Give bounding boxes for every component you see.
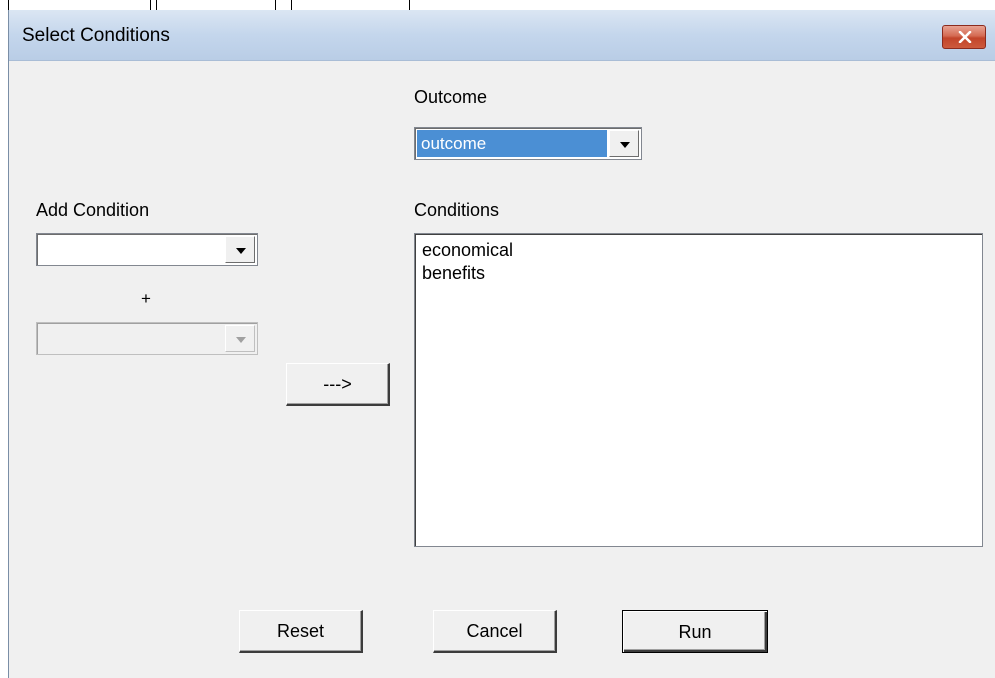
close-icon (958, 31, 972, 43)
conditions-label: Conditions (414, 200, 500, 220)
cancel-button[interactable]: Cancel (433, 610, 557, 653)
select-conditions-dialog: Select Conditions Outcome outcome Add Co… (8, 10, 995, 678)
add-condition-value (39, 236, 223, 263)
list-item[interactable]: economical (415, 239, 982, 262)
outcome-dropdown-arrow[interactable] (609, 130, 639, 157)
outcome-label: Outcome (414, 87, 488, 107)
chevron-down-icon (236, 248, 246, 254)
title-bar: Select Conditions (9, 10, 995, 61)
secondary-condition-dropdown[interactable] (36, 322, 258, 355)
add-condition-arrow-button[interactable]: ---> (286, 363, 390, 406)
run-button[interactable]: Run (622, 610, 768, 653)
add-condition-dropdown-arrow[interactable] (225, 236, 255, 263)
secondary-condition-value (39, 325, 223, 352)
close-button[interactable] (942, 25, 986, 49)
dialog-title: Select Conditions (22, 25, 170, 46)
outcome-selected-value: outcome (417, 130, 607, 157)
add-condition-dropdown[interactable] (36, 233, 258, 266)
secondary-condition-dropdown-arrow[interactable] (225, 325, 255, 352)
chevron-down-icon (236, 337, 246, 343)
chevron-down-icon (620, 142, 630, 148)
conditions-list[interactable]: economical benefits (414, 233, 983, 547)
plus-sign: + (141, 289, 151, 308)
outcome-dropdown[interactable]: outcome (414, 127, 642, 160)
add-condition-label: Add Condition (36, 200, 150, 220)
list-item[interactable]: benefits (415, 262, 982, 285)
reset-button[interactable]: Reset (239, 610, 363, 653)
